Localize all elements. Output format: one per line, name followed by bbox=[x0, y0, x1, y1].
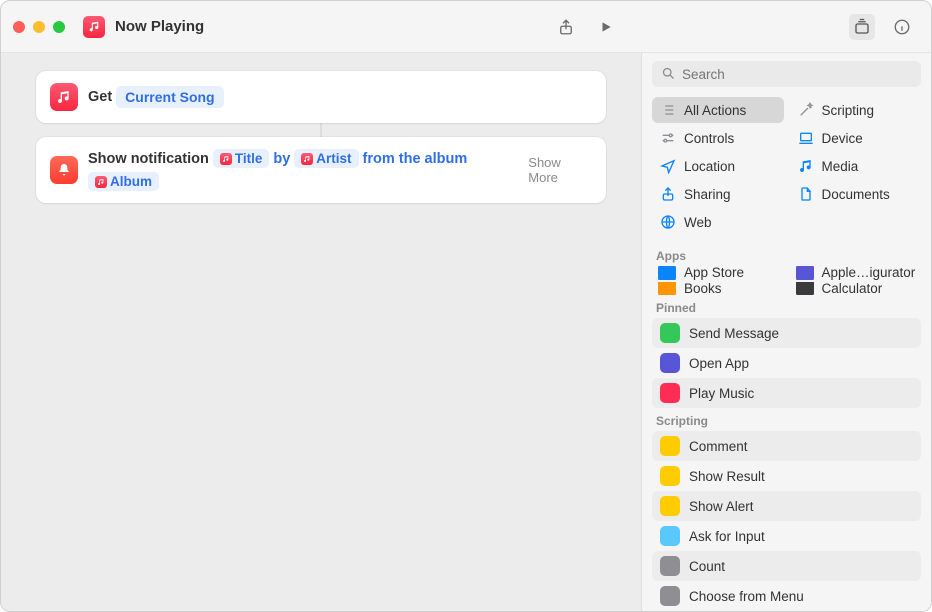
app-item[interactable]: App Store bbox=[652, 266, 784, 280]
category-location[interactable]: Location bbox=[652, 153, 784, 179]
pinned-list: Send MessageOpen AppPlay Music bbox=[642, 318, 931, 408]
category-web[interactable]: Web bbox=[652, 209, 784, 235]
action-icon bbox=[660, 323, 680, 343]
scripting-section-label: Scripting bbox=[642, 408, 931, 431]
search-icon bbox=[661, 66, 676, 81]
music-icon bbox=[50, 83, 78, 111]
action-icon bbox=[660, 556, 680, 576]
pinned-section-label: Pinned bbox=[642, 295, 931, 318]
category-sharing[interactable]: Sharing bbox=[652, 181, 784, 207]
action-show-notification[interactable]: Show notification Title by Artist from t… bbox=[36, 137, 606, 203]
action-icon bbox=[660, 496, 680, 516]
share-button[interactable] bbox=[555, 16, 577, 38]
close-window-button[interactable] bbox=[13, 21, 25, 33]
search-input[interactable] bbox=[652, 61, 921, 87]
music-app-icon bbox=[83, 16, 105, 38]
action-list-item[interactable]: Play Music bbox=[652, 378, 921, 408]
album-token[interactable]: Album bbox=[88, 172, 159, 191]
app-icon bbox=[796, 282, 814, 296]
share-icon bbox=[660, 186, 676, 202]
app-item[interactable]: Calculator bbox=[790, 282, 922, 296]
action-icon bbox=[660, 586, 680, 606]
nav-icon bbox=[660, 158, 676, 174]
action-list-item[interactable]: Open App bbox=[652, 348, 921, 378]
scripting-list: CommentShow ResultShow AlertAsk for Inpu… bbox=[642, 431, 931, 611]
info-button[interactable] bbox=[889, 14, 915, 40]
app-icon bbox=[796, 266, 814, 280]
apps-section-label: Apps bbox=[642, 243, 931, 266]
title-token[interactable]: Title bbox=[213, 149, 270, 168]
action-icon bbox=[660, 526, 680, 546]
list-icon bbox=[660, 102, 676, 118]
shortcuts-window: Now Playing Get bbox=[0, 0, 932, 612]
app-item[interactable]: Books bbox=[652, 282, 784, 296]
action-library-sidebar: All ActionsScriptingControlsDeviceLocati… bbox=[641, 53, 931, 611]
note-icon bbox=[798, 158, 814, 174]
window-title: Now Playing bbox=[115, 18, 204, 35]
action-icon bbox=[660, 353, 680, 373]
run-button[interactable] bbox=[595, 16, 617, 38]
action-list-item[interactable]: Comment bbox=[652, 431, 921, 461]
content-area: Get Current Song Show notification Title… bbox=[1, 53, 931, 611]
library-toggle-button[interactable] bbox=[849, 14, 875, 40]
doc-icon bbox=[798, 186, 814, 202]
app-item[interactable]: Apple…igurator bbox=[790, 266, 922, 280]
action-icon bbox=[660, 466, 680, 486]
category-media[interactable]: Media bbox=[790, 153, 922, 179]
action-text: Show notification Title by Artist from t… bbox=[88, 149, 528, 191]
action-list-item[interactable]: Show Alert bbox=[652, 491, 921, 521]
globe-icon bbox=[660, 214, 676, 230]
action-list-item[interactable]: Count bbox=[652, 551, 921, 581]
action-icon bbox=[660, 383, 680, 403]
zoom-window-button[interactable] bbox=[53, 21, 65, 33]
action-list-item[interactable]: Ask for Input bbox=[652, 521, 921, 551]
traffic-lights bbox=[13, 21, 65, 33]
editor-canvas[interactable]: Get Current Song Show notification Title… bbox=[1, 53, 641, 611]
category-device[interactable]: Device bbox=[790, 125, 922, 151]
current-song-token[interactable]: Current Song bbox=[116, 86, 223, 108]
device-icon bbox=[798, 130, 814, 146]
slider-icon bbox=[660, 130, 676, 146]
action-list-item[interactable]: Show Result bbox=[652, 461, 921, 491]
category-all-actions[interactable]: All Actions bbox=[652, 97, 784, 123]
app-icon bbox=[658, 282, 676, 296]
bell-icon bbox=[50, 156, 78, 184]
category-controls[interactable]: Controls bbox=[652, 125, 784, 151]
show-more-button[interactable]: Show More bbox=[528, 155, 592, 185]
action-icon bbox=[660, 436, 680, 456]
apps-grid: App Store Apple…igurator Books Calculator bbox=[642, 266, 931, 295]
action-list-item[interactable]: Send Message bbox=[652, 318, 921, 348]
action-list-item[interactable]: Choose from Menu bbox=[652, 581, 921, 611]
wand-icon bbox=[798, 102, 814, 118]
category-grid: All ActionsScriptingControlsDeviceLocati… bbox=[642, 95, 931, 243]
action-get-current-song[interactable]: Get Current Song bbox=[36, 71, 606, 123]
category-documents[interactable]: Documents bbox=[790, 181, 922, 207]
minimize-window-button[interactable] bbox=[33, 21, 45, 33]
app-icon bbox=[658, 266, 676, 280]
titlebar: Now Playing bbox=[1, 1, 931, 53]
connector-line bbox=[320, 123, 322, 137]
action-text: Get Current Song bbox=[88, 86, 224, 108]
artist-token[interactable]: Artist bbox=[294, 149, 358, 168]
category-scripting[interactable]: Scripting bbox=[790, 97, 922, 123]
